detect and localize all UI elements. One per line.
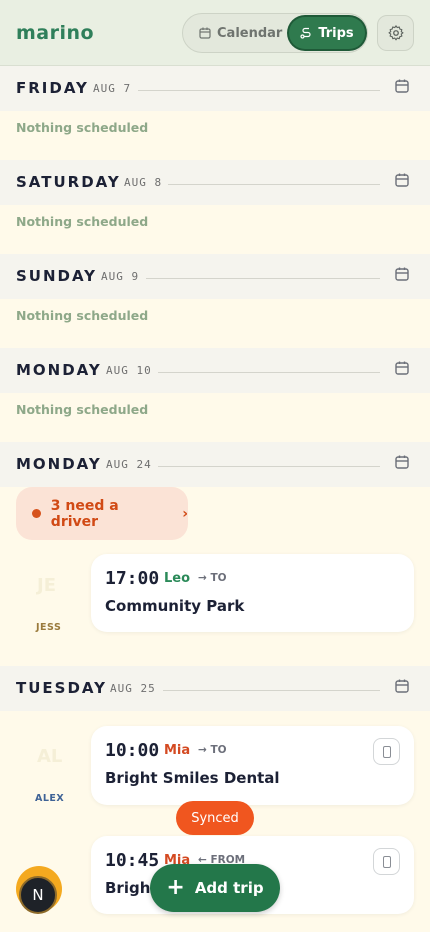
day-date: AUG 25 [110, 682, 156, 695]
calendar-icon [199, 27, 211, 39]
day-date: AUG 7 [93, 82, 132, 95]
driver-label: ALEX [35, 793, 64, 804]
day-name: FRIDAY [16, 79, 89, 97]
divider [158, 466, 380, 467]
day-header-friday: FRIDAY AUG 7 [0, 66, 430, 111]
day-header-tuesday: TUESDAY AUG 25 [0, 666, 430, 711]
day-date: AUG 8 [124, 176, 163, 189]
phone-button[interactable] [373, 738, 400, 765]
driver-name: JESS [36, 622, 62, 633]
divider [158, 372, 380, 373]
day-name: MONDAY [16, 455, 102, 473]
day-name: SUNDAY [16, 267, 98, 285]
trip-time: 17:00 [105, 568, 160, 589]
day-name: SATURDAY [16, 173, 121, 191]
divider [138, 90, 380, 91]
view-toggle: Calendar Trips [182, 13, 368, 53]
calendar-icon[interactable] [394, 78, 410, 94]
trip-direction: → TO [198, 572, 227, 584]
app-header: marino Calendar Trips [0, 0, 430, 66]
calendar-icon[interactable] [394, 360, 410, 376]
driver-label: JESS [36, 622, 61, 633]
settings-button[interactable] [377, 15, 414, 51]
tab-calendar-label: Calendar [217, 25, 283, 41]
day-header-sunday: SUNDAY AUG 9 [0, 254, 430, 299]
tab-trips[interactable]: Trips [289, 17, 365, 49]
need-driver-chip[interactable]: 3 need a driver › [16, 487, 188, 540]
day-header-saturday: SATURDAY AUG 8 [0, 160, 430, 205]
app-logo: marino [16, 21, 95, 44]
add-trip-label: Add trip [194, 879, 264, 897]
day-name: MONDAY [16, 361, 102, 379]
calendar-icon[interactable] [394, 454, 410, 470]
calendar-icon[interactable] [394, 678, 410, 694]
trip-card[interactable]: 17:00 Leo → TO Community Park [91, 554, 414, 632]
trip-destination: Community Park [105, 597, 245, 615]
plus-icon: + [166, 875, 185, 900]
kid-name: Leo [164, 571, 191, 586]
user-avatar-button[interactable]: N [19, 876, 57, 914]
add-trip-button[interactable]: + Add trip [150, 864, 280, 912]
need-driver-label: 3 need a driver [50, 497, 119, 530]
empty-state: Nothing scheduled [16, 308, 149, 323]
day-date: AUG 24 [106, 458, 152, 471]
chevron-right-icon: › [182, 505, 188, 522]
avatar: JE [37, 575, 56, 596]
phone-button[interactable] [373, 848, 400, 875]
gear-icon [387, 25, 404, 41]
divider [146, 278, 380, 279]
tab-trips-label: Trips [318, 25, 354, 41]
trip-direction: → TO [198, 744, 227, 756]
phone-icon [382, 855, 391, 868]
empty-state: Nothing scheduled [16, 214, 149, 229]
alert-dot [32, 509, 41, 518]
day-header-monday: MONDAY AUG 10 [0, 348, 430, 393]
tab-calendar[interactable]: Calendar [199, 14, 282, 52]
divider [168, 184, 380, 185]
empty-state: Nothing scheduled [16, 402, 149, 417]
day-date: AUG 10 [106, 364, 152, 377]
route-icon [300, 27, 311, 39]
trip-destination: Bright Smiles Dental [105, 769, 280, 787]
user-initial: N [32, 886, 44, 904]
day-header-monday: MONDAY AUG 24 [0, 442, 430, 487]
kid-name: Mia [164, 743, 191, 758]
divider [163, 690, 380, 691]
driver-name: ALEX [35, 793, 65, 804]
empty-state: Nothing scheduled [16, 120, 149, 135]
day-date: AUG 9 [101, 270, 140, 283]
phone-icon [382, 745, 391, 758]
calendar-icon[interactable] [394, 266, 410, 282]
calendar-icon[interactable] [394, 172, 410, 188]
trip-time: 10:00 [105, 740, 160, 761]
day-name: TUESDAY [16, 679, 107, 697]
trip-time: 10:45 [105, 850, 160, 871]
trip-card[interactable]: 10:00 Mia → TO Bright Smiles Dental [91, 726, 414, 805]
avatar: AL [37, 746, 63, 767]
synced-toast: Synced [176, 801, 254, 835]
